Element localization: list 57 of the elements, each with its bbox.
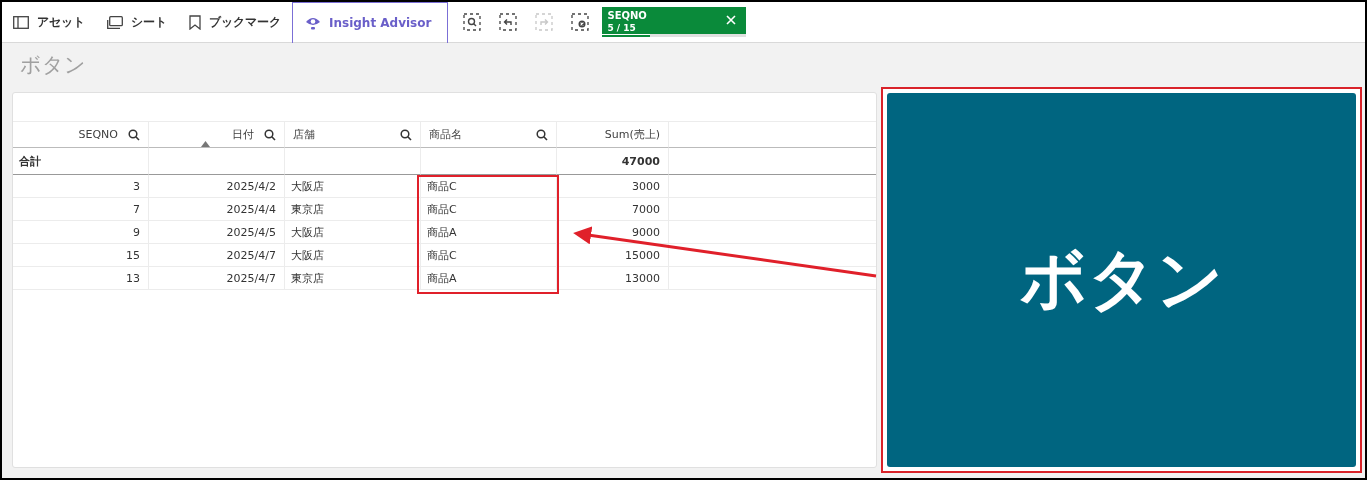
table-cell: 商品C [421, 198, 557, 221]
toolbar-tab[interactable]: シート [96, 2, 178, 42]
table-cell: 9000 [557, 221, 669, 244]
sheet-title: ボタン [19, 52, 87, 79]
toolbar-tab[interactable]: ブックマーク [178, 2, 292, 42]
bookmark-icon [189, 14, 201, 30]
panel-icon [13, 15, 29, 29]
toolbar-tab[interactable]: アセット [2, 2, 96, 42]
tab-label: Insight Advisor [329, 16, 432, 30]
insight-advisor-tab[interactable]: Insight Advisor [292, 2, 449, 43]
table-cell: 7000 [557, 198, 669, 221]
totals-value: 47000 [557, 148, 669, 175]
selection-field: SEQNO [607, 10, 647, 22]
table-cell: 大阪店 [285, 244, 421, 267]
table-cell: 15 [13, 244, 149, 267]
tab-label: シート [131, 13, 167, 31]
table-cell: 2025/4/7 [149, 267, 285, 290]
tab-label: ブックマーク [209, 13, 281, 31]
step-back-icon[interactable] [499, 13, 518, 31]
table-cell: 15000 [557, 244, 669, 267]
selection-chip[interactable]: SEQNO 5 / 15 [602, 7, 747, 37]
clear-selections-icon[interactable] [571, 13, 590, 31]
table-cell: 2025/4/5 [149, 221, 285, 244]
close-icon[interactable] [726, 15, 737, 25]
search-icon[interactable] [400, 128, 412, 141]
table-cell: 大阪店 [285, 175, 421, 198]
eye-bulb-icon [305, 15, 321, 31]
search-icon[interactable] [264, 128, 276, 141]
table-cell: 7 [13, 198, 149, 221]
table-cell: 東京店 [285, 198, 421, 221]
table-cell: 大阪店 [285, 221, 421, 244]
table-cell: 3 [13, 175, 149, 198]
table-cell: 13000 [557, 267, 669, 290]
column-header[interactable]: 商品名 [421, 121, 557, 148]
totals-label: 合計 [13, 148, 149, 175]
table-cell: 2025/4/2 [149, 175, 285, 198]
column-header[interactable]: 日付 [149, 121, 285, 148]
sheet-icon [107, 15, 123, 29]
table-cell: 2025/4/7 [149, 244, 285, 267]
table-cell: 2025/4/4 [149, 198, 285, 221]
table-cell: 13 [13, 267, 149, 290]
table-cell: 商品C [421, 175, 557, 198]
table-cell: 商品A [421, 221, 557, 244]
table-cell: 3000 [557, 175, 669, 198]
search-icon[interactable] [536, 128, 548, 141]
column-header[interactable]: SEQNO [13, 121, 149, 148]
search-icon[interactable] [128, 128, 140, 141]
table-cell: 9 [13, 221, 149, 244]
selection-search-icon[interactable] [463, 13, 482, 31]
table-cell: 商品C [421, 244, 557, 267]
column-header[interactable]: Sum(売上) [557, 121, 669, 148]
action-button[interactable]: ボタン [887, 93, 1356, 467]
selection-count: 5 / 15 [607, 22, 637, 34]
table-cell: 東京店 [285, 267, 421, 290]
table-cell: 商品A [421, 267, 557, 290]
column-header[interactable]: 店舗 [285, 121, 421, 148]
tab-label: アセット [37, 13, 85, 31]
